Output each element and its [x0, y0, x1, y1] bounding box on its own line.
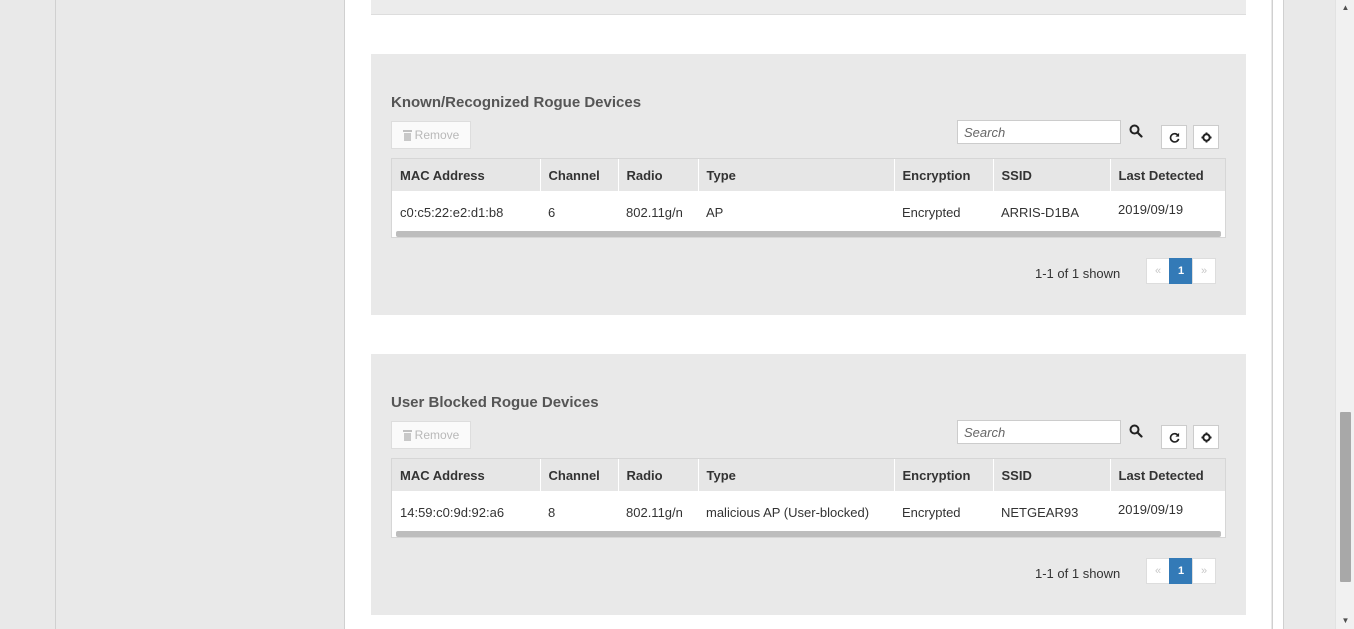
shown-count: 1-1 of 1 shown: [1035, 566, 1121, 581]
ssid-cell: NETGEAR93: [1001, 505, 1079, 520]
scroll-down-arrow-icon[interactable]: ▼: [1336, 613, 1354, 629]
type-cell: malicious AP (User-blocked): [706, 505, 870, 520]
ssid-cell: ARRIS-D1BA: [1001, 205, 1080, 220]
channel-cell: 6: [548, 205, 556, 220]
encryption-cell: Encrypted: [902, 205, 961, 220]
page-button-current[interactable]: 1: [1169, 258, 1193, 284]
last-detected-cell: 2019/09/19: [1118, 502, 1184, 517]
mac-cell: c0:c5:22:e2:d1:b8: [400, 205, 504, 220]
previous-section-card: [371, 0, 1246, 15]
pagination: « 1 »: [1146, 558, 1216, 584]
column-header[interactable]: MAC Address: [392, 459, 541, 491]
settings-button[interactable]: [1193, 425, 1219, 449]
devices-table-container: MAC Address Channel Radio Type Encryptio…: [391, 458, 1226, 538]
column-header[interactable]: Encryption: [894, 459, 994, 491]
refresh-button[interactable]: [1161, 125, 1187, 149]
devices-table-container: MAC Address Channel Radio Type Encryptio…: [391, 158, 1226, 238]
search-input[interactable]: [957, 120, 1121, 144]
user-blocked-rogue-devices-card: User Blocked Rogue Devices Remove Search…: [371, 354, 1246, 615]
prev-page-button[interactable]: «: [1146, 258, 1170, 284]
devices-table: MAC Address Channel Radio Type Encryptio…: [392, 159, 1225, 234]
remove-button-label: Remove: [414, 128, 460, 142]
known-rogue-devices-card: Known/Recognized Rogue Devices Remove Se…: [371, 54, 1246, 315]
trash-icon: [402, 429, 412, 441]
horizontal-scrollbar[interactable]: [396, 531, 1221, 537]
radio-cell: 802.11g/n: [626, 205, 683, 220]
page-button-current[interactable]: 1: [1169, 558, 1193, 584]
column-header[interactable]: Radio: [618, 459, 699, 491]
remove-button[interactable]: Remove: [391, 421, 471, 449]
right-side-panel: [1283, 0, 1336, 629]
refresh-icon: [1169, 432, 1179, 443]
search-icon[interactable]: [1129, 424, 1143, 438]
next-page-button[interactable]: »: [1192, 558, 1216, 584]
pagination: « 1 »: [1146, 258, 1216, 284]
horizontal-scrollbar[interactable]: [396, 231, 1221, 237]
channel-cell: 8: [548, 505, 556, 520]
table-row[interactable]: c0:c5:22:e2:d1:b8 6 802.11g/n AP Encrypt…: [392, 191, 1225, 234]
radio-cell: 802.11g/n: [626, 505, 683, 520]
column-header[interactable]: Type: [698, 459, 895, 491]
remove-button-label: Remove: [414, 428, 460, 442]
column-header[interactable]: Channel: [540, 459, 619, 491]
column-header[interactable]: MAC Address: [392, 159, 541, 191]
last-detected-cell: 2019/09/19: [1118, 202, 1184, 217]
right-gutter: [1272, 0, 1283, 629]
column-header[interactable]: Channel: [540, 159, 619, 191]
gear-icon: [1200, 431, 1212, 443]
search-input[interactable]: [957, 420, 1121, 444]
type-cell: AP: [706, 205, 724, 220]
vertical-scrollbar[interactable]: ▲ ▼: [1335, 0, 1354, 629]
prev-page-button[interactable]: «: [1146, 558, 1170, 584]
trash-icon: [402, 129, 412, 141]
left-sidebar-panel: [56, 0, 345, 629]
refresh-icon: [1169, 132, 1179, 143]
scrollbar-thumb[interactable]: [1340, 412, 1351, 582]
encryption-cell: Encrypted: [902, 505, 961, 520]
mac-cell: 14:59:c0:9d:92:a6: [400, 505, 505, 520]
section-title: Known/Recognized Rogue Devices: [391, 94, 642, 111]
column-header[interactable]: Radio: [618, 159, 699, 191]
gear-icon: [1200, 131, 1212, 143]
table-row[interactable]: 14:59:c0:9d:92:a6 8 802.11g/n malicious …: [392, 491, 1225, 534]
devices-table: MAC Address Channel Radio Type Encryptio…: [392, 459, 1225, 534]
table-header-row: MAC Address Channel Radio Type Encryptio…: [392, 459, 1225, 491]
column-header[interactable]: Type: [698, 159, 895, 191]
scroll-up-arrow-icon[interactable]: ▲: [1336, 0, 1354, 16]
section-title: User Blocked Rogue Devices: [391, 394, 599, 411]
left-nav-strip: [0, 0, 56, 629]
remove-button[interactable]: Remove: [391, 121, 471, 149]
shown-count: 1-1 of 1 shown: [1035, 266, 1121, 281]
column-header[interactable]: SSID: [993, 459, 1111, 491]
search-icon[interactable]: [1129, 124, 1143, 138]
column-header[interactable]: Last Detected: [1110, 459, 1225, 491]
column-header[interactable]: Encryption: [894, 159, 994, 191]
column-header[interactable]: SSID: [993, 159, 1111, 191]
column-header[interactable]: Last Detected: [1110, 159, 1225, 191]
next-page-button[interactable]: »: [1192, 258, 1216, 284]
refresh-button[interactable]: [1161, 425, 1187, 449]
table-header-row: MAC Address Channel Radio Type Encryptio…: [392, 159, 1225, 191]
settings-button[interactable]: [1193, 125, 1219, 149]
